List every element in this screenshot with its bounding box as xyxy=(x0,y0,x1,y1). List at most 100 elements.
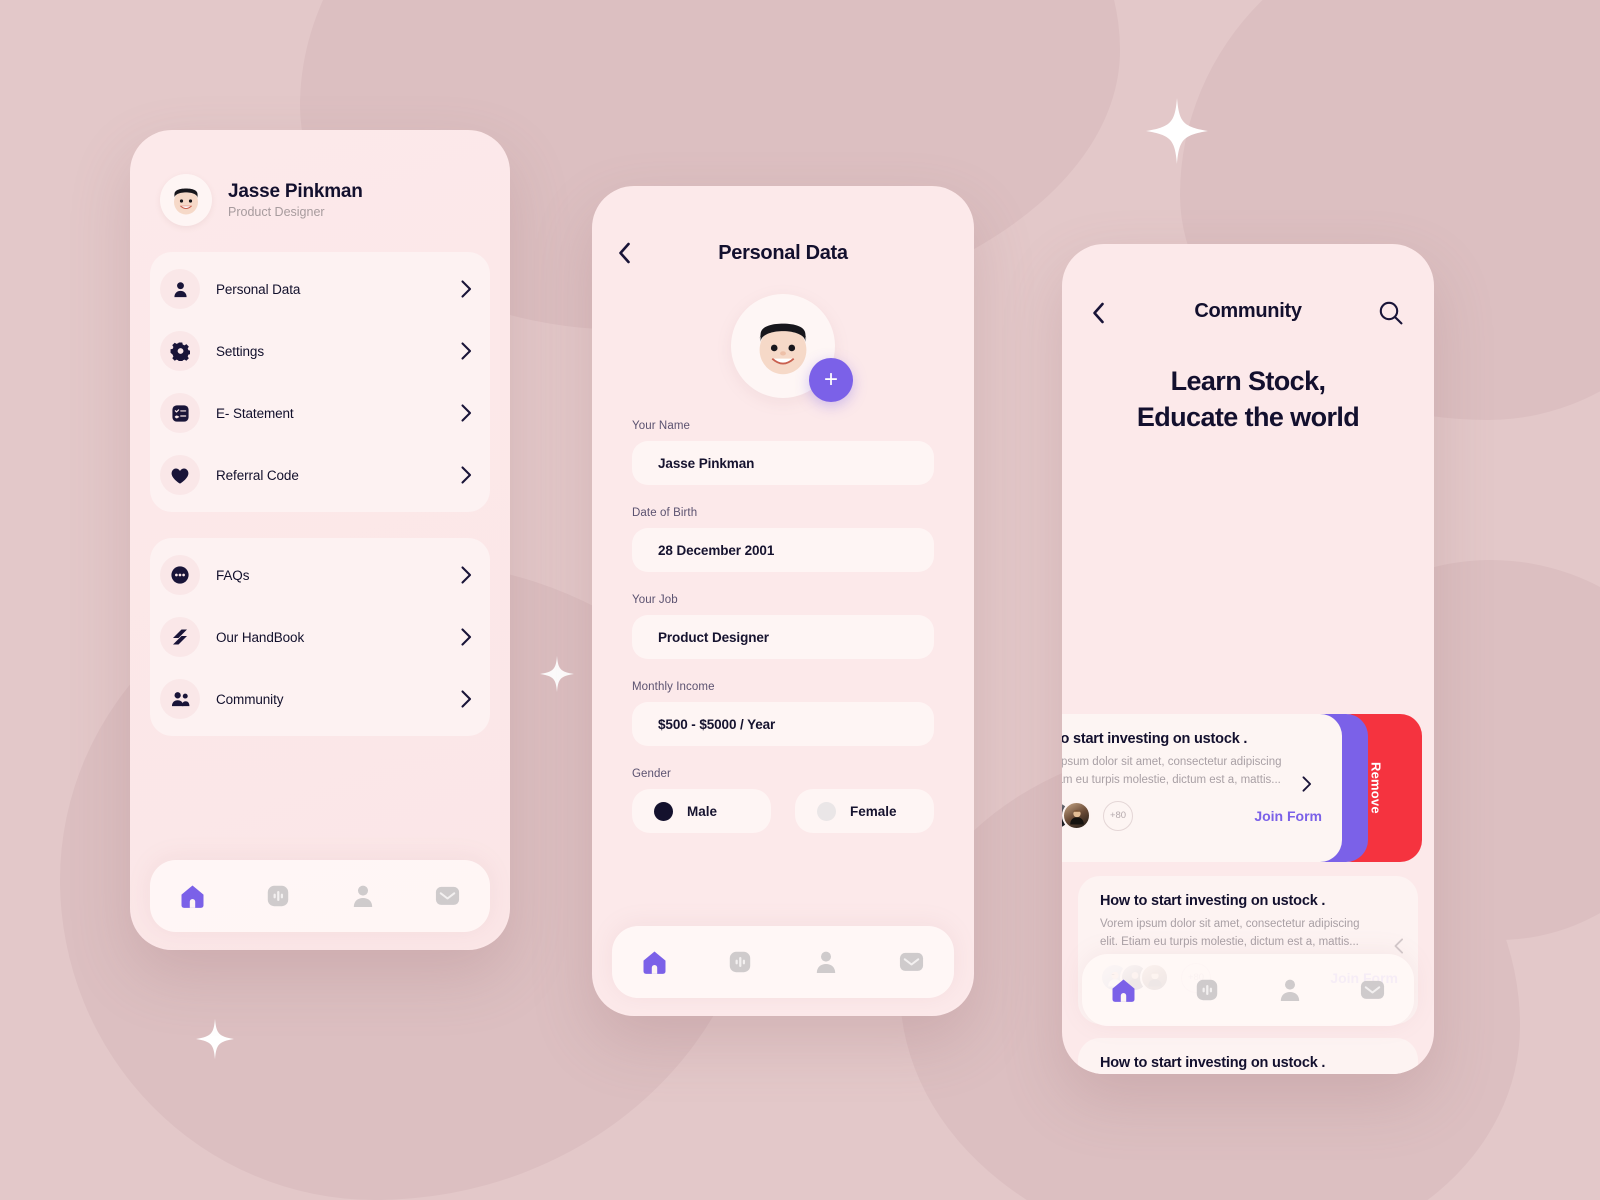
nav-home-button[interactable] xyxy=(172,875,214,917)
nav-mail-button[interactable] xyxy=(890,941,932,983)
menu-item-label: Settings xyxy=(216,343,264,359)
menu-item-our-handbook[interactable]: Our HandBook xyxy=(150,606,490,668)
mail-icon xyxy=(1360,980,1385,999)
nav-profile-button[interactable] xyxy=(342,875,384,917)
feed-card[interactable]: How to start investing on ustock . Vorem… xyxy=(1078,1038,1418,1074)
stats-icon xyxy=(267,885,288,907)
dots-circle-icon xyxy=(160,555,200,595)
card-title: How to start investing on ustock . xyxy=(1100,1055,1326,1071)
chevron-left-icon[interactable] xyxy=(1092,302,1105,324)
person-icon xyxy=(816,951,835,973)
user-icon xyxy=(160,269,200,309)
menu-item-label: FAQs xyxy=(216,567,250,583)
field-label: Gender xyxy=(632,768,671,780)
nav-profile-button[interactable] xyxy=(1269,969,1311,1011)
gender-options: Male Female xyxy=(632,789,934,833)
join-form-link[interactable]: Join Form xyxy=(1254,808,1322,824)
nav-stats-button[interactable] xyxy=(719,941,761,983)
search-icon[interactable] xyxy=(1378,300,1404,326)
phone-screen-community: Community Learn Stock, Educate the world… xyxy=(1062,244,1434,1074)
menu-group-secondary: FAQs Our HandBook Community xyxy=(150,538,490,736)
gender-option-female[interactable]: Female xyxy=(795,789,934,833)
gear-icon xyxy=(160,331,200,371)
people-icon xyxy=(160,679,200,719)
hero-heading: Learn Stock, Educate the world xyxy=(1062,364,1434,435)
field-your-job: Your Job Product Designer xyxy=(592,594,974,659)
nav-profile-button[interactable] xyxy=(805,941,847,983)
nav-mail-button[interactable] xyxy=(1352,969,1394,1011)
date-of-birth-input[interactable]: 28 December 2001 xyxy=(632,528,934,572)
heart-icon xyxy=(160,455,200,495)
bottom-navigation xyxy=(1082,954,1414,1026)
monthly-income-input[interactable]: $500 - $5000 / Year xyxy=(632,702,934,746)
gender-option-male[interactable]: Male xyxy=(632,789,771,833)
phone-screen-personal-data: Personal Data + Your Name Jasse Pinkman … xyxy=(592,186,974,1016)
gender-option-label: Female xyxy=(850,803,897,819)
profile-avatar-large[interactable]: + xyxy=(731,294,853,402)
hero-line-1: Learn Stock, xyxy=(1170,366,1326,396)
chevron-right-icon xyxy=(461,566,472,584)
personal-data-header: Personal Data xyxy=(592,186,974,264)
person-icon xyxy=(1280,979,1299,1001)
field-label: Your Job xyxy=(632,594,678,606)
stats-icon xyxy=(730,951,751,973)
your-job-input[interactable]: Product Designer xyxy=(632,615,934,659)
nav-stats-button[interactable] xyxy=(257,875,299,917)
bottom-navigation xyxy=(150,860,490,932)
menu-item-label: Referral Code xyxy=(216,467,299,483)
phone-screen-profile: Jasse Pinkman Product Designer Personal … xyxy=(130,130,510,950)
avatar[interactable] xyxy=(160,174,212,226)
menu-item-community[interactable]: Community xyxy=(150,668,490,730)
chevron-right-icon xyxy=(461,342,472,360)
menu-item-faqs[interactable]: FAQs xyxy=(150,544,490,606)
menu-item-referral-code[interactable]: Referral Code xyxy=(150,444,490,506)
card-body: Vorem ipsum dolor sit amet, consectetur … xyxy=(1100,918,1360,948)
field-label: Your Name xyxy=(632,420,691,432)
community-header: Community xyxy=(1062,244,1434,326)
nav-home-button[interactable] xyxy=(1103,969,1145,1011)
menu-item-e-statement[interactable]: E- Statement xyxy=(150,382,490,444)
menu-item-label: Our HandBook xyxy=(216,629,305,645)
profile-text: Jasse Pinkman Product Designer xyxy=(228,181,363,220)
bottom-navigation xyxy=(612,926,954,998)
nav-stats-button[interactable] xyxy=(1186,969,1228,1011)
home-icon xyxy=(643,951,666,974)
chevron-right-icon xyxy=(461,466,472,484)
profile-header: Jasse Pinkman Product Designer xyxy=(130,130,510,226)
home-icon xyxy=(1112,979,1135,1002)
page-title: Personal Data xyxy=(718,242,848,264)
feed-card[interactable]: How to start investing on ustock . Vorem… xyxy=(1062,714,1342,862)
menu-item-label: E- Statement xyxy=(216,405,294,421)
chevron-right-icon[interactable] xyxy=(1302,776,1312,792)
menu-item-label: Personal Data xyxy=(216,281,301,297)
person-icon xyxy=(353,885,372,907)
sparkle-icon xyxy=(1146,98,1208,164)
profile-role: Product Designer xyxy=(228,205,325,220)
chevron-left-icon[interactable] xyxy=(1394,938,1404,954)
your-name-input[interactable]: Jasse Pinkman xyxy=(632,441,934,485)
field-gender: Gender Male Female xyxy=(592,768,974,833)
field-your-name: Your Name Jasse Pinkman xyxy=(592,420,974,485)
mail-icon xyxy=(899,952,923,971)
nav-home-button[interactable] xyxy=(634,941,676,983)
nav-mail-button[interactable] xyxy=(427,875,469,917)
chevron-right-icon xyxy=(461,690,472,708)
feed-card-swiped: Remove Book mark How to start investing … xyxy=(1062,714,1434,862)
menu-item-settings[interactable]: Settings xyxy=(150,320,490,382)
field-label: Monthly Income xyxy=(632,681,715,693)
member-avatars xyxy=(1062,801,1091,831)
menu-item-personal-data[interactable]: Personal Data xyxy=(150,258,490,320)
slashes-icon xyxy=(160,617,200,657)
chevron-right-icon xyxy=(461,628,472,646)
radio-selected-icon xyxy=(654,801,673,821)
sparkle-icon xyxy=(196,1018,234,1060)
profile-name: Jasse Pinkman xyxy=(228,180,363,202)
card-footer: +80 Join Form xyxy=(1062,800,1322,831)
chevron-left-icon[interactable] xyxy=(618,242,631,264)
checklist-icon xyxy=(160,393,200,433)
gender-option-label: Male xyxy=(687,803,718,819)
field-date-of-birth: Date of Birth 28 December 2001 xyxy=(592,507,974,572)
hero-line-2: Educate the world xyxy=(1136,401,1360,432)
add-photo-button[interactable]: + xyxy=(809,358,853,402)
menu-item-label: Community xyxy=(216,691,284,707)
